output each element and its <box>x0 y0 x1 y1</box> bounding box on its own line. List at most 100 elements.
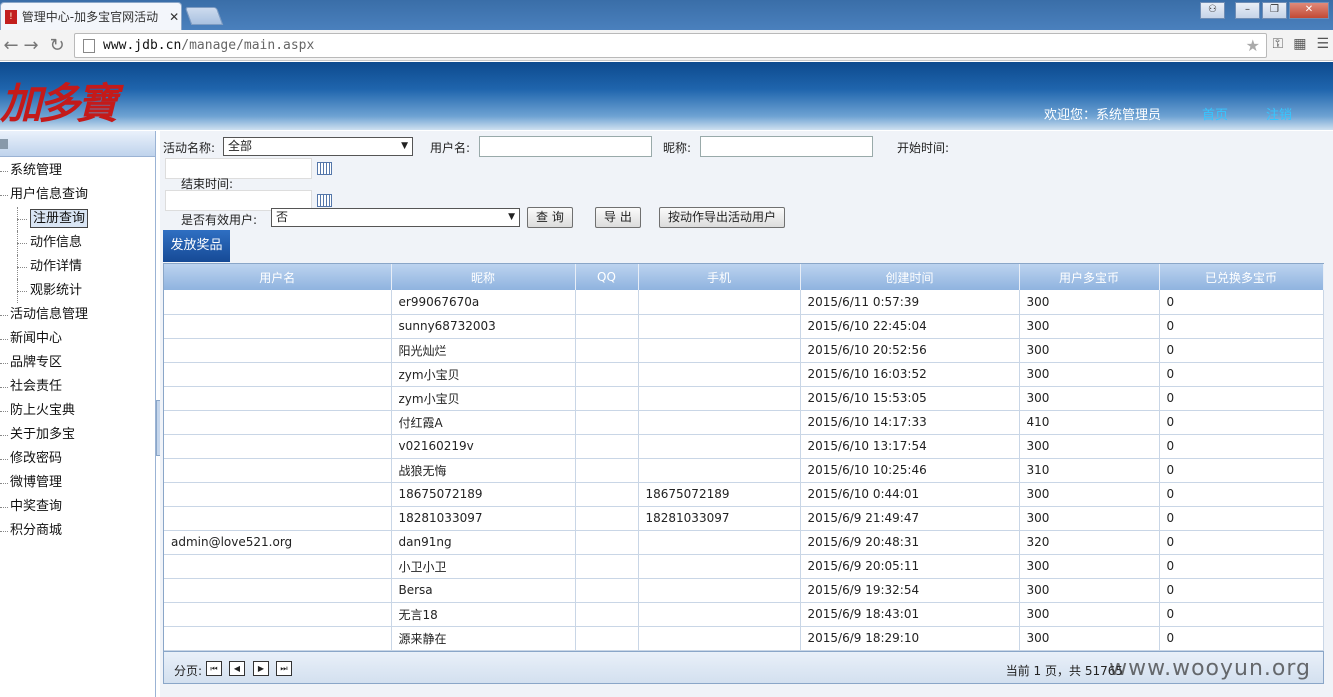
first-page-icon[interactable]: ⏮ <box>206 661 222 676</box>
sidebar-item-brand[interactable]: 品牌专区 <box>0 351 155 375</box>
issue-prize-button[interactable]: 发放奖品 <box>163 230 230 262</box>
table-cell <box>638 626 801 651</box>
table-row[interactable]: 源来静在 2015/6/9 18:29:10 300 0 <box>164 626 1324 651</box>
sidebar-item-register-query[interactable]: 注册查询 <box>0 207 155 231</box>
table-row[interactable]: 小卫小卫 2015/6/9 20:05:11 300 0 <box>164 554 1324 579</box>
minimize-icon[interactable]: – <box>1235 2 1260 19</box>
table-row[interactable]: 18675072189 18675072189 2015/6/10 0:44:01 3… <box>164 482 1324 507</box>
prev-page-icon[interactable]: ◀ <box>229 661 245 676</box>
export-button[interactable]: 导 出 <box>595 207 641 228</box>
username-input[interactable] <box>479 136 652 157</box>
table-row[interactable]: v02160219v 2015/6/10 13:17:54 300 0 <box>164 434 1324 459</box>
col-coins[interactable]: 用户多宝币 <box>1019 264 1160 290</box>
extension-icon[interactable]: ⚿ <box>1273 36 1284 52</box>
table-cell <box>575 338 639 363</box>
sidebar-item-guide[interactable]: 防上火宝典 <box>0 399 155 423</box>
table-cell: 2015/6/10 16:03:52 <box>800 362 1020 387</box>
sidebar-item-about[interactable]: 关于加多宝 <box>0 423 155 447</box>
table-row[interactable]: 阳光灿烂 2015/6/10 20:52:56 300 0 <box>164 338 1324 363</box>
sidebar-item-user-query[interactable]: 用户信息查询 <box>0 183 155 207</box>
table-cell <box>638 290 801 315</box>
table-cell: 300 <box>1019 434 1160 459</box>
main-content: 活动名称: 全部 ▼ 用户名: 昵称: 开始时间: 结束时间: 是否有效用户: 否… <box>160 131 1333 697</box>
menu-icon[interactable]: ☰ <box>1316 36 1329 52</box>
home-link[interactable]: 首页 <box>1202 104 1228 123</box>
next-page-icon[interactable]: ▶ <box>253 661 269 676</box>
col-created[interactable]: 创建时间 <box>800 264 1020 290</box>
col-redeemed[interactable]: 已兑换多宝币 <box>1159 264 1324 290</box>
table-cell <box>575 578 639 603</box>
table-cell <box>164 338 392 363</box>
query-button[interactable]: 查 询 <box>527 207 573 228</box>
forward-icon[interactable]: → <box>20 35 42 56</box>
browser-tab[interactable]: ! 管理中心-加多宝官网活动 ✕ <box>0 2 182 30</box>
logout-link[interactable]: 注销 <box>1266 104 1292 123</box>
table-row[interactable]: Bersa 2015/6/9 19:32:54 300 0 <box>164 578 1324 603</box>
table-cell: 0 <box>1159 386 1324 411</box>
valid-user-select[interactable]: 否 ▼ <box>271 208 520 227</box>
sidebar-item-mall[interactable]: 积分商城 <box>0 519 155 543</box>
table-cell: 源来静在 <box>391 626 576 651</box>
table-cell: 小卫小卫 <box>391 554 576 579</box>
sidebar-item-news[interactable]: 新闻中心 <box>0 327 155 351</box>
address-bar[interactable]: www.jdb.cn/manage/main.aspx ★ <box>74 33 1267 58</box>
new-tab-button[interactable] <box>184 7 224 25</box>
site-logo: 加多寶 <box>0 79 118 128</box>
tab-close-icon[interactable]: ✕ <box>167 10 181 24</box>
table-cell: 2015/6/9 20:48:31 <box>800 530 1020 555</box>
col-phone[interactable]: 手机 <box>638 264 801 290</box>
table-row[interactable]: 战狼无悔 2015/6/10 10:25:46 310 0 <box>164 458 1324 483</box>
table-cell: 300 <box>1019 314 1160 339</box>
extension-icon[interactable]: ▦ <box>1293 36 1306 52</box>
calendar-icon[interactable] <box>317 194 332 207</box>
table-cell <box>638 602 801 627</box>
sidebar-item-system[interactable]: 系统管理 <box>0 159 155 183</box>
sidebar-item-winners[interactable]: 中奖查询 <box>0 495 155 519</box>
col-nickname[interactable]: 昵称 <box>391 264 576 290</box>
sidebar-item-action-detail[interactable]: 动作详情 <box>0 255 155 279</box>
user-icon[interactable]: ⚇ <box>1200 2 1225 19</box>
activity-select[interactable]: 全部 ▼ <box>223 137 413 156</box>
col-username[interactable]: 用户名 <box>164 264 392 290</box>
table-cell: 300 <box>1019 602 1160 627</box>
pager-info: 当前 1 页，共 51765 <box>1005 664 1123 678</box>
table-row[interactable]: 18281033097 18281033097 2015/6/9 21:49:47 3… <box>164 506 1324 531</box>
tab-title: 管理中心-加多宝官网活动 <box>21 10 159 24</box>
table-row[interactable]: admin@love521.org dan91ng 2015/6/9 20:48:3… <box>164 530 1324 555</box>
sidebar-item-social[interactable]: 社会责任 <box>0 375 155 399</box>
table-row[interactable]: zym小宝贝 2015/6/10 16:03:52 300 0 <box>164 362 1324 387</box>
table-cell: 2015/6/10 0:44:01 <box>800 482 1020 507</box>
table-cell: 18675072189 <box>638 482 801 507</box>
sidebar-item-viewing-stats[interactable]: 观影统计 <box>0 279 155 303</box>
table-cell: 2015/6/10 22:45:04 <box>800 314 1020 339</box>
table-row[interactable]: 付红霞A 2015/6/10 14:17:33 410 0 <box>164 410 1324 435</box>
table-cell: 0 <box>1159 434 1324 459</box>
calendar-icon[interactable] <box>317 162 332 175</box>
extension-icons: ⚿ ▦ ☰ <box>1273 36 1329 52</box>
restore-icon[interactable]: ❐ <box>1262 2 1287 19</box>
table-cell: 310 <box>1019 458 1160 483</box>
export-by-action-button[interactable]: 按动作导出活动用户 <box>659 207 786 228</box>
sidebar-item-password[interactable]: 修改密码 <box>0 447 155 471</box>
table-row[interactable]: zym小宝贝 2015/6/10 15:53:05 300 0 <box>164 386 1324 411</box>
table-cell: 2015/6/10 13:17:54 <box>800 434 1020 459</box>
table-cell: 300 <box>1019 626 1160 651</box>
sidebar-item-weibo[interactable]: 微博管理 <box>0 471 155 495</box>
table-cell: 2015/6/10 10:25:46 <box>800 458 1020 483</box>
back-icon[interactable]: ← <box>0 35 22 56</box>
close-window-icon[interactable]: ✕ <box>1289 2 1329 19</box>
sidebar-item-action-info[interactable]: 动作信息 <box>0 231 155 255</box>
table-cell <box>575 458 639 483</box>
last-page-icon[interactable]: ⏭ <box>276 661 292 676</box>
table-cell: er99067670a <box>391 290 576 315</box>
reload-icon[interactable]: ↻ <box>46 35 68 56</box>
bookmark-star-icon[interactable]: ★ <box>1246 36 1260 55</box>
table-row[interactable]: 无言18 2015/6/9 18:43:01 300 0 <box>164 602 1324 627</box>
table-cell <box>638 530 801 555</box>
table-row[interactable]: sunny68732003 2015/6/10 22:45:04 300 0 <box>164 314 1324 339</box>
nickname-input[interactable] <box>700 136 873 157</box>
table-row[interactable]: er99067670a 2015/6/11 0:57:39 300 0 <box>164 290 1324 315</box>
table-cell: 付红霞A <box>391 410 576 435</box>
col-qq[interactable]: QQ <box>575 264 639 290</box>
sidebar-item-activity[interactable]: 活动信息管理 <box>0 303 155 327</box>
